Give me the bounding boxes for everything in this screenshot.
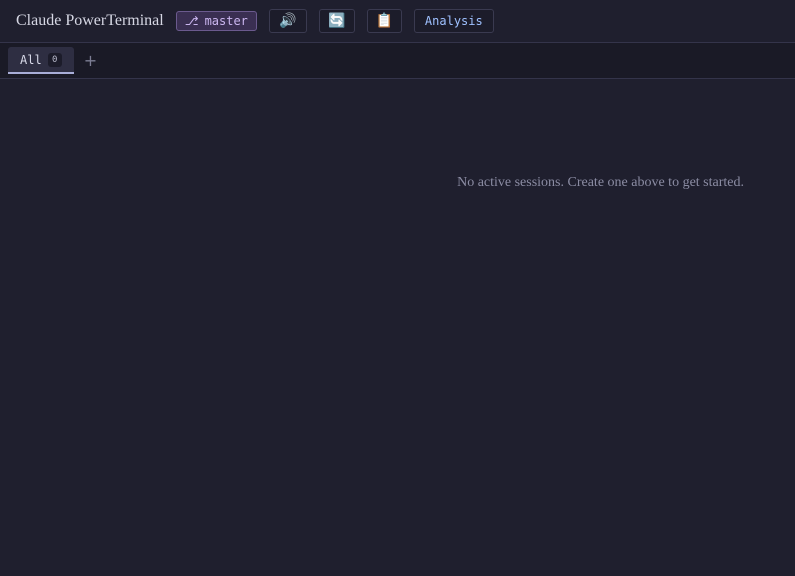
git-branch-icon: ⎇ [184, 14, 199, 28]
branch-name: master [204, 14, 248, 28]
branch-badge[interactable]: ⎇ master [175, 11, 257, 31]
header-bar: Claude PowerTerminal ⎇ master 🔊 🔄 📋 Anal… [0, 0, 795, 43]
add-tab-button[interactable]: + [74, 47, 107, 74]
speaker-icon: 🔊 [279, 13, 297, 29]
clipboard-icon: 📋 [375, 13, 394, 29]
refresh-button[interactable]: 🔄 [318, 9, 355, 33]
analysis-button[interactable]: Analysis [413, 9, 494, 33]
tab-count-badge: 0 [47, 52, 62, 67]
tab-all[interactable]: All 0 [8, 47, 74, 74]
session-area: No active sessions. Create one above to … [0, 80, 795, 576]
app-title: Claude PowerTerminal [16, 12, 164, 29]
refresh-icon: 🔄 [328, 13, 346, 29]
tab-bar: All 0 + [0, 43, 795, 79]
tab-label: All [20, 52, 42, 67]
sound-button[interactable]: 🔊 [268, 9, 307, 33]
clipboard-button[interactable]: 📋 [366, 9, 402, 33]
app-window: Claude PowerTerminal ⎇ master 🔊 🔄 📋 Anal… [0, 0, 795, 576]
empty-state-message: No active sessions. Create one above to … [457, 175, 744, 190]
